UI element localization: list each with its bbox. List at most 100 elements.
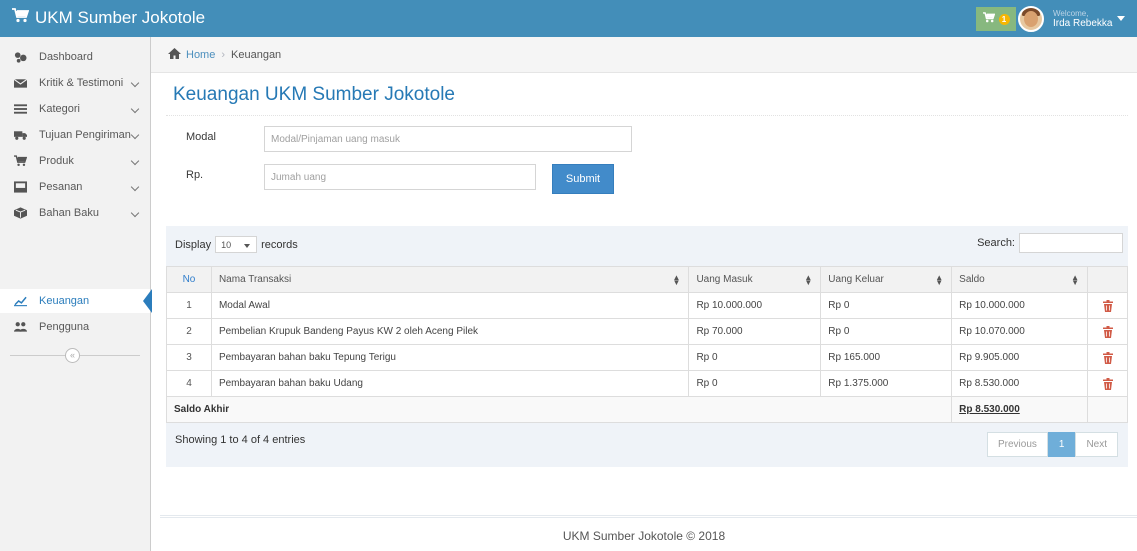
delete-button[interactable] (1087, 318, 1128, 345)
delete-button[interactable] (1087, 344, 1128, 371)
sidebar-item-bahan-baku[interactable]: Bahan Baku (0, 201, 150, 225)
cell-uang-masuk: Rp 0 (688, 344, 822, 371)
transactions-table: No Nama Transaksi ▲ ▼ Uang Masuk ▲ ▼ Uang Ke… (165, 266, 1128, 423)
pagination-previous[interactable]: Previous (986, 432, 1048, 457)
delete-button[interactable] (1087, 292, 1128, 319)
cell-nama-transaksi: Pembayaran bahan baku Tepung Terigu (210, 344, 690, 371)
records-label: records (261, 238, 298, 251)
page-size-value: 10 (221, 239, 232, 250)
cell-nama-transaksi: Modal Awal (210, 292, 690, 319)
cell-saldo: Rp 10.000.000 (951, 292, 1089, 319)
cell-uang-masuk: Rp 70.000 (688, 318, 822, 345)
breadcrumb-home-link[interactable]: Home (186, 49, 215, 61)
table-row: 2 Pembelian Krupuk Bandeng Payus KW 2 ol… (166, 318, 1128, 345)
sidebar-item-tujuan-pengiriman[interactable]: Tujuan Pengiriman (0, 123, 150, 147)
chevron-down-icon (130, 104, 140, 114)
cart-count-badge: 1 (998, 13, 1010, 25)
sidebar-item-kategori[interactable]: Kategori (0, 97, 150, 121)
page-title: Keuangan UKM Sumber Jokotole (173, 84, 455, 105)
rp-label: Rp. (186, 169, 204, 181)
saldo-akhir-value: Rp 8.530.000 (959, 404, 1020, 415)
sort-icon: ▲ ▼ (935, 273, 944, 287)
cell-no: 2 (166, 318, 212, 345)
sidebar-item-label: Pengguna (39, 321, 90, 333)
cell-uang-keluar: Rp 1.375.000 (820, 370, 953, 397)
breadcrumb: Home › Keuangan (151, 37, 1137, 73)
cell-no: 4 (166, 370, 212, 397)
chevron-down-icon (130, 156, 140, 166)
shopping-cart-icon (13, 155, 27, 167)
column-header-label: Uang Masuk (696, 274, 753, 285)
sidebar-item-kritik-testimoni[interactable]: Kritik & Testimoni (0, 71, 150, 95)
cell-nama-transaksi: Pembelian Krupuk Bandeng Payus KW 2 oleh… (210, 318, 690, 345)
search-label: Search: (977, 237, 1015, 249)
breadcrumb-current: Keuangan (231, 48, 282, 61)
column-header-label: Uang Keluar (828, 274, 884, 285)
chevron-down-icon (130, 208, 140, 218)
cell-saldo: Rp 10.070.000 (951, 318, 1089, 345)
sidebar-item-keuangan[interactable]: Keuangan (0, 289, 152, 313)
cell-uang-keluar: Rp 0 (820, 292, 953, 319)
column-header-saldo[interactable]: Saldo ▲ ▼ (951, 266, 1089, 293)
inbox-icon (13, 181, 27, 193)
sidebar-item-label: Dashboard (39, 51, 93, 63)
avatar (1018, 5, 1044, 32)
table-header-row: No Nama Transaksi ▲ ▼ Uang Masuk ▲ ▼ Uang Ke… (166, 266, 1128, 293)
sidebar-item-produk[interactable]: Produk (0, 149, 150, 173)
column-header-uang-keluar[interactable]: Uang Keluar ▲ ▼ (820, 266, 953, 293)
column-header-uang-masuk[interactable]: Uang Masuk ▲ ▼ (688, 266, 822, 293)
tachometer-icon (13, 51, 27, 63)
sidebar-item-pesanan[interactable]: Pesanan (0, 175, 150, 199)
sidebar-item-dashboard[interactable]: Dashboard (0, 45, 150, 69)
footer-text: UKM Sumber Jokotole © 2018 (562, 529, 726, 543)
sidebar-collapse-button[interactable]: « (65, 348, 80, 363)
submit-button[interactable]: Submit (552, 164, 614, 194)
sidebar-item-pengguna[interactable]: Pengguna (0, 315, 150, 339)
home-icon (168, 47, 186, 62)
trash-icon (1095, 325, 1120, 338)
chevron-down-icon (130, 130, 140, 140)
sidebar-item-label: Produk (39, 155, 74, 167)
display-label: Display (175, 238, 212, 251)
amount-input[interactable] (264, 164, 536, 190)
sidebar-item-label: Tujuan Pengiriman (39, 129, 131, 141)
brand-link[interactable]: UKM Sumber Jokotole (12, 8, 205, 28)
cell-nama-transaksi: Pembayaran bahan baku Udang (210, 370, 690, 397)
modal-input[interactable] (264, 126, 632, 152)
users-icon (13, 321, 27, 333)
welcome-label: Welcome, (1053, 8, 1089, 18)
search-input[interactable] (1019, 233, 1123, 253)
table-row: 3 Pembayaran bahan baku Tepung Terigu Rp… (166, 344, 1128, 371)
pagination-next[interactable]: Next (1075, 432, 1118, 457)
sort-icon: ▲ ▼ (672, 273, 681, 287)
header-divider (166, 115, 1128, 116)
cell-no: 3 (166, 344, 212, 371)
display-control: Display 10 records (175, 236, 298, 253)
sidebar-item-label: Keuangan (39, 295, 90, 307)
column-header-no: No (166, 266, 212, 293)
delete-button[interactable] (1087, 370, 1128, 397)
column-header-label: Saldo (959, 274, 985, 285)
sort-icon: ▲ ▼ (804, 273, 813, 287)
page-size-select[interactable]: 10 (215, 236, 258, 253)
table-footer-row: Saldo Akhir Rp 8.530.000 (165, 396, 1128, 423)
sidebar-item-label: Kategori (39, 103, 80, 115)
sidebar-item-label: Kritik & Testimoni (39, 77, 124, 89)
footer-divider (160, 515, 1137, 518)
chevron-down-icon (130, 182, 140, 192)
column-header-nama-transaksi[interactable]: Nama Transaksi ▲ ▼ (210, 266, 690, 293)
sidebar-item-label: Bahan Baku (39, 207, 99, 219)
envelope-icon (13, 77, 27, 89)
top-navbar: UKM Sumber Jokotole 1 Welcome, Irda Rebe… (0, 0, 1137, 37)
caret-down-icon (244, 244, 251, 248)
sidebar-collapse: « (0, 346, 150, 366)
cell-uang-masuk: Rp 10.000.000 (688, 292, 822, 319)
cart-button[interactable]: 1 (976, 7, 1016, 31)
cube-icon (13, 207, 27, 219)
pagination: Previous 1 Next (986, 432, 1118, 457)
search-control: Search: (977, 233, 1123, 253)
cell-uang-keluar: Rp 165.000 (820, 344, 953, 371)
pagination-page-1[interactable]: 1 (1047, 432, 1076, 457)
shopping-cart-icon (12, 8, 30, 28)
user-menu-toggle[interactable]: Welcome, Irda Rebekka (1018, 4, 1137, 33)
